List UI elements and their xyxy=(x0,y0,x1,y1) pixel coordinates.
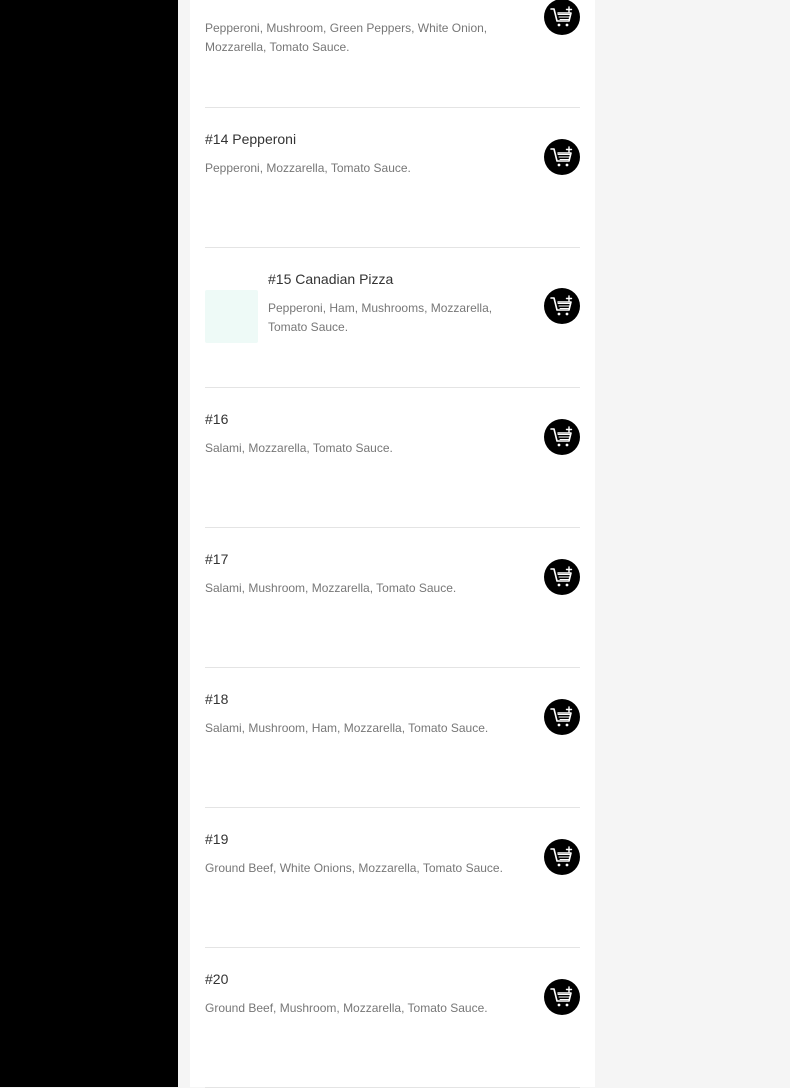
menu-item[interactable]: #18 Salami, Mushroom, Ham, Mozzarella, T… xyxy=(205,668,580,808)
item-name: #14 Pepperoni xyxy=(205,131,297,147)
add-to-cart-icon xyxy=(550,566,573,587)
add-to-cart-icon xyxy=(550,6,573,27)
item-name: #20 xyxy=(205,971,229,987)
add-to-cart-icon xyxy=(550,295,573,316)
add-to-cart-button[interactable] xyxy=(544,559,580,595)
add-to-cart-icon xyxy=(550,706,573,727)
add-to-cart-icon xyxy=(550,846,573,867)
item-description: Pepperoni, Mozzarella, Tomato Sauce. xyxy=(205,161,411,175)
add-to-cart-button[interactable] xyxy=(544,699,580,735)
menu-item[interactable]: #16 Salami, Mozzarella, Tomato Sauce. xyxy=(205,388,580,528)
add-to-cart-icon xyxy=(550,986,573,1007)
menu-item[interactable]: #15 Canadian Pizza Pepperoni, Ham, Mushr… xyxy=(205,248,580,388)
menu-list: Pepperoni, Mushroom, Green Peppers, Whit… xyxy=(205,0,580,1088)
item-description: Ground Beef, White Onions, Mozzarella, T… xyxy=(205,861,503,875)
item-name: #19 xyxy=(205,831,229,847)
item-name: #18 xyxy=(205,691,229,707)
item-name: #17 xyxy=(205,551,229,567)
item-description: Salami, Mozzarella, Tomato Sauce. xyxy=(205,441,393,455)
item-description: Ground Beef, Mushroom, Mozzarella, Tomat… xyxy=(205,1001,488,1015)
item-description: Salami, Mushroom, Ham, Mozzarella, Tomat… xyxy=(205,721,489,735)
add-to-cart-button[interactable] xyxy=(544,419,580,455)
add-to-cart-icon xyxy=(550,426,573,447)
add-to-cart-button[interactable] xyxy=(544,839,580,875)
menu-item[interactable]: Pepperoni, Mushroom, Green Peppers, Whit… xyxy=(205,0,580,108)
menu-item[interactable]: #14 Pepperoni Pepperoni, Mozzarella, Tom… xyxy=(205,108,580,248)
add-to-cart-icon xyxy=(550,146,573,167)
menu-panel: Pepperoni, Mushroom, Green Peppers, Whit… xyxy=(190,0,595,1088)
add-to-cart-button[interactable] xyxy=(544,0,580,35)
add-to-cart-button[interactable] xyxy=(544,139,580,175)
item-description: Pepperoni, Ham, Mushrooms, Mozzarella, T… xyxy=(268,301,493,334)
item-name: #16 xyxy=(205,411,229,427)
menu-item[interactable]: #19 Ground Beef, White Onions, Mozzarell… xyxy=(205,808,580,948)
menu-item[interactable]: #17 Salami, Mushroom, Mozzarella, Tomato… xyxy=(205,528,580,668)
add-to-cart-button[interactable] xyxy=(544,979,580,1015)
item-name: #15 Canadian Pizza xyxy=(268,271,394,287)
left-sidebar xyxy=(0,0,178,1087)
item-thumbnail xyxy=(205,290,258,343)
item-description: Pepperoni, Mushroom, Green Peppers, Whit… xyxy=(205,21,488,54)
menu-item[interactable]: #20 Ground Beef, Mushroom, Mozzarella, T… xyxy=(205,948,580,1088)
add-to-cart-button[interactable] xyxy=(544,288,580,324)
item-description: Salami, Mushroom, Mozzarella, Tomato Sau… xyxy=(205,581,457,595)
